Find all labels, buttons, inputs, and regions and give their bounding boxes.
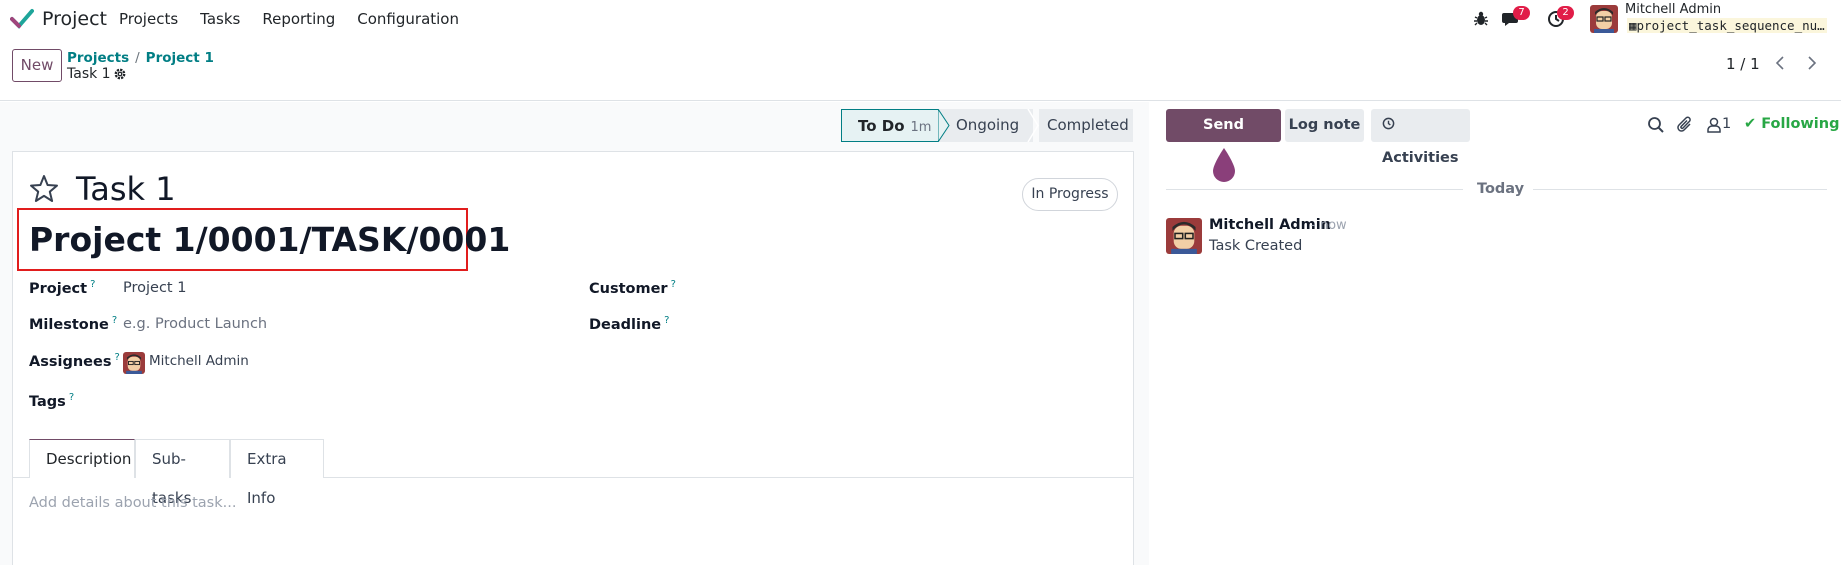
tags-label: Tags?	[29, 392, 74, 410]
task-state-button[interactable]: In Progress	[1022, 178, 1118, 211]
control-panel: New Projects / Project 1 Task 1 1 / 1	[0, 38, 1841, 101]
chevron-right-icon	[1808, 56, 1817, 70]
date-separator: Today	[1477, 181, 1525, 197]
paperclip-icon[interactable]	[1675, 115, 1695, 135]
tab-extra-info[interactable]: Extra Info	[230, 439, 324, 507]
assignee-avatar	[123, 352, 145, 374]
stage-separator-icon	[1027, 109, 1039, 142]
breadcrumb-projects[interactable]: Projects	[67, 50, 129, 66]
help-icon[interactable]: ?	[112, 315, 117, 326]
messages-badge: 7	[1513, 6, 1530, 20]
stage-completed[interactable]: Completed	[1039, 109, 1133, 142]
activities-label: Activities	[1382, 150, 1459, 166]
milestone-label-text: Milestone	[29, 316, 109, 333]
assignees-label: Assignees?	[29, 352, 120, 370]
description-editor[interactable]: Add details about this task...	[29, 495, 236, 511]
deadline-label: Deadline?	[589, 315, 669, 333]
activities-badge: 2	[1557, 6, 1574, 20]
breadcrumb-separator: /	[135, 50, 140, 66]
chevron-left-icon	[1775, 56, 1784, 70]
project-label-text: Project	[29, 280, 88, 297]
stage-ongoing[interactable]: Ongoing	[950, 109, 1033, 142]
clock-icon	[1382, 117, 1395, 130]
message-body: Task Created	[1209, 238, 1303, 254]
main-menu: Projects Tasks Reporting Configuration	[119, 10, 481, 28]
database-name: ▦project_task_sequence_nu…	[1627, 18, 1827, 33]
user-avatar[interactable]	[1590, 5, 1618, 33]
followers-count[interactable]: 1	[1722, 116, 1731, 132]
milestone-field[interactable]: e.g. Product Launch	[123, 316, 267, 332]
tags-label-text: Tags	[29, 393, 66, 410]
breadcrumb-project-1[interactable]: Project 1	[146, 50, 214, 66]
help-icon[interactable]: ?	[114, 352, 119, 363]
top-navbar: Project Projects Tasks Reporting Configu…	[0, 0, 1841, 38]
help-icon[interactable]: ?	[69, 392, 74, 403]
gear-icon[interactable]	[113, 67, 127, 81]
menu-projects[interactable]: Projects	[119, 10, 178, 28]
date-separator-line	[1166, 189, 1463, 190]
bug-icon[interactable]	[1471, 9, 1491, 29]
send-message-button[interactable]: Send message	[1166, 109, 1281, 166]
new-button[interactable]: New	[12, 49, 62, 82]
stage-arrow-icon	[938, 109, 950, 142]
milestone-label: Milestone?	[29, 315, 117, 333]
help-icon[interactable]: ?	[664, 315, 669, 326]
stage-todo[interactable]: To Do 1m	[841, 109, 939, 142]
pager-value[interactable]: 1 / 1	[1726, 55, 1760, 73]
user-icon[interactable]	[1704, 115, 1724, 135]
help-icon[interactable]: ?	[671, 279, 676, 290]
following-button[interactable]: ✔ Following	[1744, 116, 1839, 132]
user-name[interactable]: Mitchell Admin	[1625, 2, 1721, 17]
menu-tasks[interactable]: Tasks	[200, 10, 240, 28]
assignees-field[interactable]: Mitchell Admin	[149, 353, 249, 369]
tab-sub-tasks[interactable]: Sub-tasks	[135, 439, 230, 507]
project-field[interactable]: Project 1	[123, 280, 186, 296]
database-name-text: project_task_sequence_nu…	[1636, 18, 1825, 33]
date-separator-line	[1533, 189, 1827, 190]
assignees-label-text: Assignees	[29, 353, 112, 370]
following-label: Following	[1761, 116, 1840, 132]
pager-next-button[interactable]	[1798, 49, 1826, 77]
star-icon[interactable]	[28, 173, 60, 205]
customer-label-text: Customer	[589, 280, 668, 297]
search-icon[interactable]	[1646, 115, 1666, 135]
check-icon: ✔	[1744, 116, 1757, 132]
pager-previous-button[interactable]	[1766, 49, 1794, 77]
message-time: - now	[1311, 218, 1347, 233]
project-label: Project?	[29, 279, 95, 297]
task-sequence-number: Project 1/0001/TASK/0001	[29, 220, 511, 259]
help-icon[interactable]: ?	[90, 279, 95, 290]
customer-label: Customer?	[589, 279, 676, 297]
breadcrumb-current: Task 1	[67, 66, 111, 82]
stage-duration: 1m	[910, 120, 932, 135]
app-name[interactable]: Project	[42, 8, 107, 30]
database-icon: ▦	[1629, 18, 1637, 33]
menu-reporting[interactable]: Reporting	[262, 10, 335, 28]
menu-configuration[interactable]: Configuration	[357, 10, 459, 28]
drop-icon	[1213, 148, 1235, 182]
tab-description[interactable]: Description	[29, 439, 135, 478]
task-title[interactable]: Task 1	[76, 170, 176, 208]
deadline-label-text: Deadline	[589, 316, 662, 333]
message-author-avatar[interactable]	[1166, 218, 1202, 254]
activities-button[interactable]: Activities	[1371, 109, 1470, 166]
log-note-button[interactable]: Log note	[1285, 109, 1364, 142]
stage-todo-label: To Do	[858, 117, 905, 135]
breadcrumb: Projects / Project 1	[67, 50, 214, 66]
project-app-logo-icon[interactable]	[10, 8, 34, 30]
